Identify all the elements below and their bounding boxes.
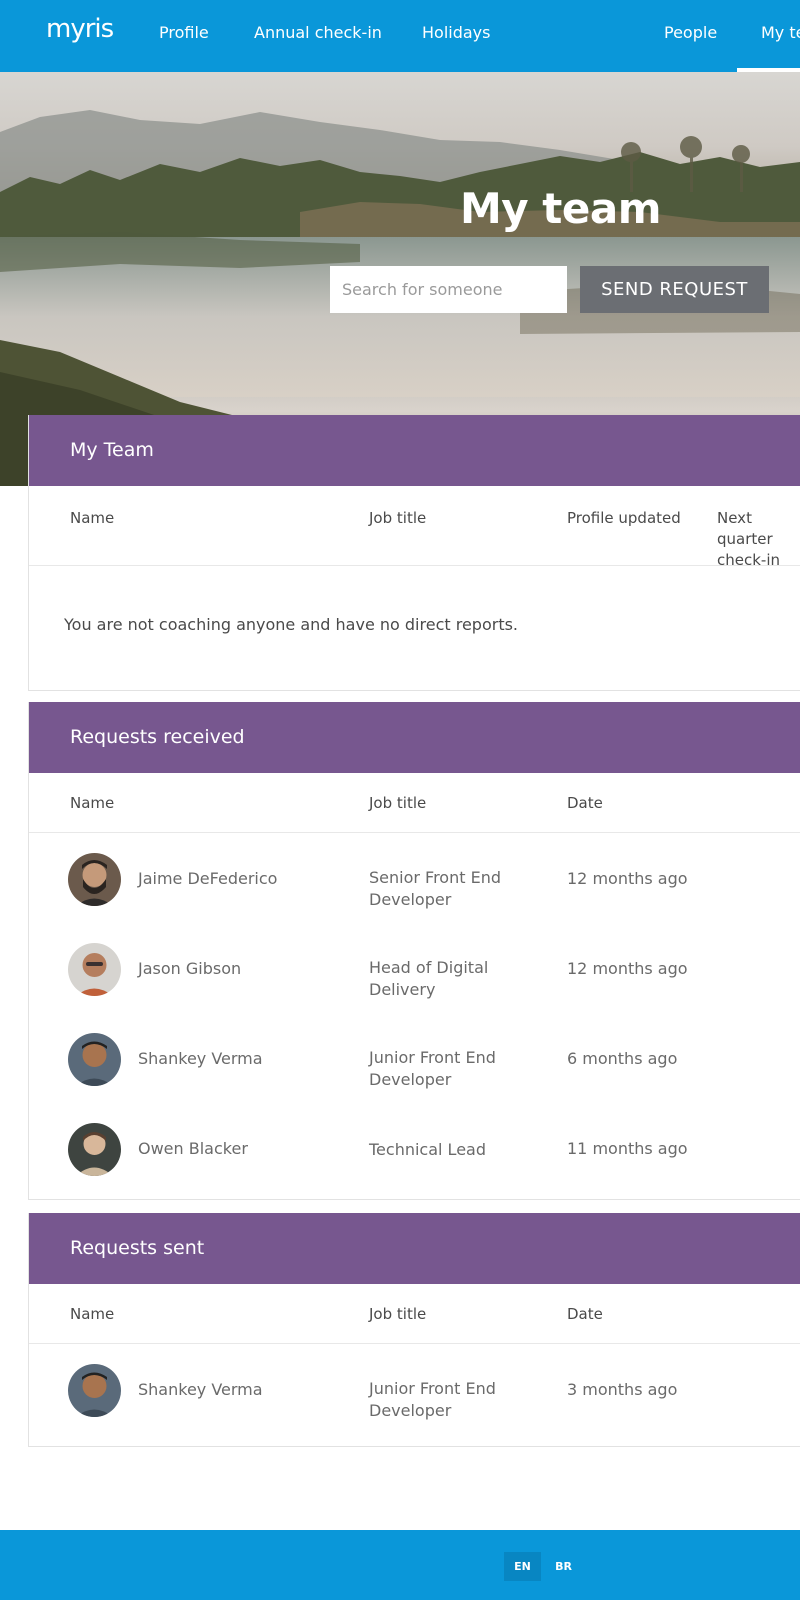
avatar[interactable] <box>68 1364 121 1417</box>
avatar[interactable] <box>68 853 121 906</box>
avatar[interactable] <box>68 1033 121 1086</box>
person-job-title: Head of Digital Delivery <box>369 958 489 999</box>
my-team-column-headers: Name Job title Profile updated Next quar… <box>29 486 800 569</box>
person-name[interactable]: Shankey Verma <box>138 1380 263 1399</box>
my-team-heading: My Team <box>29 415 800 486</box>
column-header-job-title: Job title <box>369 1305 427 1323</box>
requests-sent-column-headers: Name Job title Date <box>29 1284 800 1344</box>
requests-sent-section: Requests sent Name Job title Date Shanke… <box>28 1213 800 1447</box>
nav-item-holidays[interactable]: Holidays <box>422 0 490 72</box>
requests-received-section: Requests received Name Job title Date Ja… <box>28 702 800 1200</box>
column-header-name: Name <box>70 1305 115 1323</box>
table-row[interactable]: Owen Blacker Technical Lead 11 months ag… <box>29 1103 800 1193</box>
column-header-profile-updated: Profile updated <box>567 509 681 527</box>
column-header-name: Name <box>70 794 115 812</box>
person-name[interactable]: Jaime DeFederico <box>138 869 277 888</box>
request-date: 6 months ago <box>567 1049 678 1068</box>
avatar-photo <box>68 853 121 906</box>
nav-item-annual-check-in[interactable]: Annual check-in <box>254 0 382 72</box>
avatar-photo <box>68 1123 121 1176</box>
my-team-empty-state: You are not coaching anyone and have no … <box>29 566 800 690</box>
language-option-en[interactable]: EN <box>504 1552 541 1581</box>
send-request-button[interactable]: SEND REQUEST <box>580 266 769 313</box>
person-name[interactable]: Owen Blacker <box>138 1139 248 1158</box>
person-name[interactable]: Shankey Verma <box>138 1049 263 1068</box>
person-job-title: Junior Front End Developer <box>369 1048 496 1089</box>
column-header-date: Date <box>567 794 603 812</box>
column-header-next-quarter-check-in: Next quarter check-in <box>717 509 781 569</box>
page-title: My team <box>460 184 661 233</box>
table-row[interactable]: Jason Gibson Head of Digital Delivery 12… <box>29 923 800 1013</box>
request-date: 12 months ago <box>567 869 688 888</box>
person-job-title: Technical Lead <box>369 1140 486 1159</box>
table-row[interactable]: Shankey Verma Junior Front End Developer… <box>29 1013 800 1103</box>
my-team-section: My Team Name Job title Profile updated N… <box>28 415 800 691</box>
request-date: 3 months ago <box>567 1380 678 1399</box>
nav-item-people[interactable]: People <box>664 0 717 72</box>
avatar-photo <box>68 1033 121 1086</box>
column-header-job-title: Job title <box>369 794 427 812</box>
person-job-title: Junior Front End Developer <box>369 1379 496 1420</box>
avatar-photo <box>68 1364 121 1417</box>
footer: EN BR <box>0 1530 800 1600</box>
requests-sent-heading: Requests sent <box>29 1213 800 1284</box>
myris-logo[interactable]: myris <box>46 14 114 44</box>
requests-received-heading: Requests received <box>29 702 800 773</box>
request-date: 11 months ago <box>567 1139 688 1158</box>
avatar[interactable] <box>68 943 121 996</box>
table-row[interactable]: Shankey Verma Junior Front End Developer… <box>29 1344 800 1434</box>
language-option-br[interactable]: BR <box>550 1552 577 1581</box>
top-navigation: myris Profile Annual check-in Holidays P… <box>0 0 800 72</box>
person-name[interactable]: Jason Gibson <box>138 959 241 978</box>
avatar-photo <box>68 943 121 996</box>
requests-received-column-headers: Name Job title Date <box>29 773 800 833</box>
search-input[interactable] <box>330 266 567 313</box>
nav-item-profile[interactable]: Profile <box>159 0 209 72</box>
column-header-job-title: Job title <box>369 509 427 527</box>
person-job-title: Senior Front End Developer <box>369 868 501 909</box>
column-header-date: Date <box>567 1305 603 1323</box>
avatar[interactable] <box>68 1123 121 1176</box>
request-date: 12 months ago <box>567 959 688 978</box>
nav-item-my-team[interactable]: My te <box>761 0 800 72</box>
table-row[interactable]: Jaime DeFederico Senior Front End Develo… <box>29 833 800 923</box>
empty-state-message: You are not coaching anyone and have no … <box>64 615 519 634</box>
column-header-name: Name <box>70 509 115 527</box>
